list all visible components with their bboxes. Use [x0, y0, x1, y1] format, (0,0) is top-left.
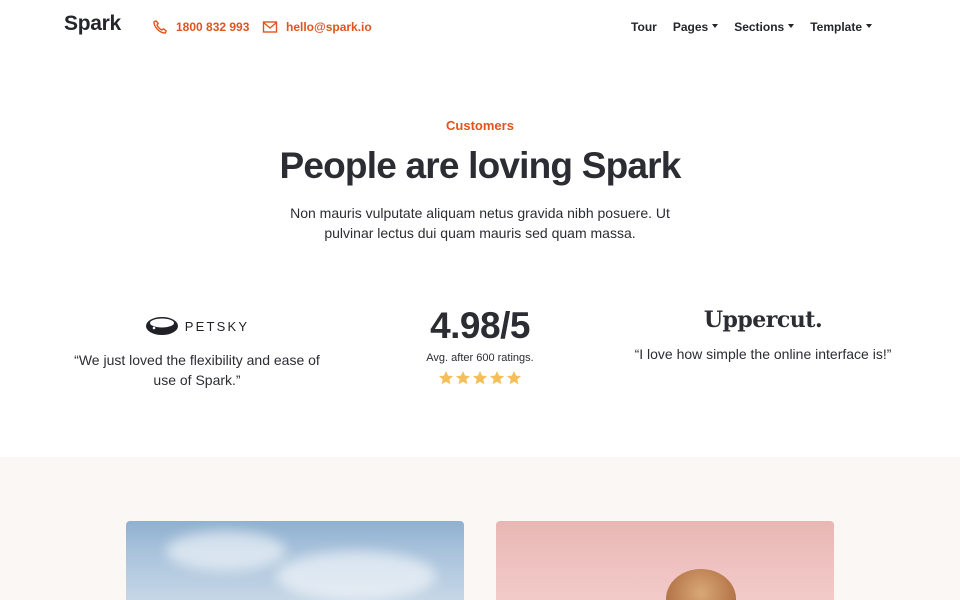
rating-score: 4.98/5 — [430, 305, 530, 346]
menu-item-label: Sections — [734, 20, 785, 34]
petsky-logo-text: PETSKY — [184, 318, 250, 334]
email-link[interactable]: hello@spark.io — [262, 19, 372, 35]
portrait-photo — [496, 521, 834, 600]
cloud-shape — [276, 551, 436, 600]
person-hair-shape — [666, 569, 736, 600]
mail-icon — [262, 19, 278, 35]
cloud-shape — [166, 531, 286, 571]
rating-summary: 4.98/5 Avg. after 600 ratings. — [350, 300, 610, 386]
section-headline: People are loving Spark — [279, 145, 681, 186]
star-icon — [439, 371, 453, 385]
section-lead: Non mauris vulputate aliquam netus gravi… — [290, 205, 670, 241]
phone-number: 1800 832 993 — [176, 20, 250, 34]
phone-link[interactable]: 1800 832 993 — [152, 19, 249, 35]
star-rating — [350, 370, 610, 386]
email-address: hello@spark.io — [286, 20, 372, 34]
sky-photo — [126, 521, 464, 600]
testimonial-quote: “I love how simple the online interface … — [634, 346, 892, 362]
testimonial-quote: “We just loved the flexibility and ease … — [74, 352, 320, 388]
star-icon — [507, 371, 521, 385]
testimonial-uppercut: Uppercut. “I love how simple the online … — [633, 300, 893, 364]
section-eyebrow: Customers — [446, 118, 514, 133]
caret-down-icon — [788, 24, 795, 28]
petsky-logo: PETSKY — [67, 306, 327, 346]
caret-down-icon — [712, 24, 719, 28]
rating-subtitle: Avg. after 600 ratings. — [426, 352, 534, 364]
star-icon — [456, 371, 470, 385]
menu-item-sections[interactable]: Sections — [734, 20, 795, 34]
petsky-collar-icon — [145, 317, 178, 335]
star-icon — [473, 371, 487, 385]
menu-item-template[interactable]: Template — [810, 20, 872, 34]
menu-item-tour[interactable]: Tour — [631, 20, 657, 34]
main-menu: Tour Pages Sections Template — [631, 20, 872, 34]
menu-item-pages[interactable]: Pages — [672, 20, 719, 34]
testimonial-petsky: PETSKY “We just loved the flexibility an… — [67, 300, 327, 390]
top-nav: Spark 1800 832 993 hello@spark.io Tour P… — [0, 0, 960, 54]
uppercut-logo: Uppercut. — [703, 307, 823, 333]
star-icon — [490, 371, 504, 385]
brand-logo[interactable]: Spark — [64, 12, 121, 36]
phone-icon — [152, 19, 168, 35]
menu-item-label: Pages — [672, 20, 709, 34]
caret-down-icon — [866, 24, 872, 28]
menu-item-label: Tour — [631, 20, 657, 34]
menu-item-label: Template — [810, 20, 862, 34]
